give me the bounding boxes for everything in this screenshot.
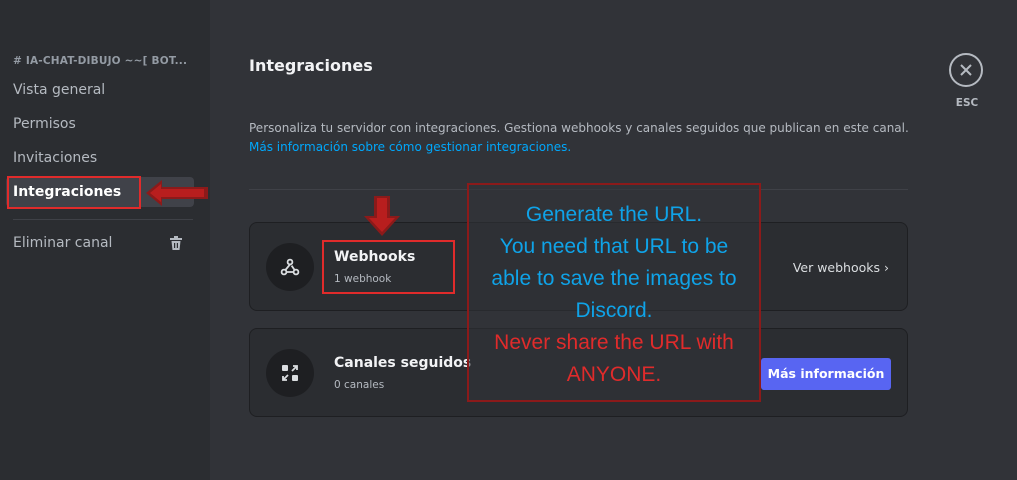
note-line-4: Discord. xyxy=(575,299,653,322)
integraciones-highlight-box xyxy=(7,176,141,209)
close-button[interactable] xyxy=(949,53,983,87)
note-line-2: You need that URL to be xyxy=(499,235,729,258)
view-webhooks-link[interactable]: Ver webhooks › xyxy=(793,260,889,275)
followed-channels-title: Canales seguidos xyxy=(334,355,472,371)
note-line-3: able to save the images to xyxy=(491,267,737,290)
delete-channel-label: Eliminar canal xyxy=(13,235,113,251)
close-icon xyxy=(960,64,972,76)
down-arrow-annotation-icon xyxy=(364,196,400,236)
followed-channels-icon xyxy=(282,365,298,381)
note-warning-2: ANYONE. xyxy=(566,363,662,386)
esc-label: ESC xyxy=(955,97,979,109)
note-warning-1: Never share the URL with xyxy=(494,331,734,354)
sidebar-item-invitaciones[interactable]: Invitaciones xyxy=(6,143,194,173)
more-info-button[interactable]: Más información xyxy=(761,358,891,390)
learn-more-link[interactable]: Más información sobre cómo gestionar int… xyxy=(249,140,571,154)
sidebar-item-eliminar-canal[interactable]: Eliminar canal xyxy=(6,228,194,258)
sidebar-item-vista-general[interactable]: Vista general xyxy=(6,75,194,105)
followed-icon-wrapper xyxy=(266,349,314,397)
webhook-icon xyxy=(280,258,300,276)
followed-channels-count: 0 canales xyxy=(334,379,385,391)
sidebar-item-permisos[interactable]: Permisos xyxy=(6,109,194,139)
trash-icon xyxy=(170,236,182,250)
settings-sidebar: # IA-CHAT-DIBUJO ~~[ BOT... Vista genera… xyxy=(0,0,210,480)
left-arrow-annotation-icon xyxy=(146,180,208,206)
channel-header: # IA-CHAT-DIBUJO ~~[ BOT... xyxy=(13,55,188,67)
webhooks-highlight-box xyxy=(322,240,455,294)
annotation-note: Generate the URL. You need that URL to b… xyxy=(467,183,761,402)
page-title: Integraciones xyxy=(249,56,373,75)
note-line-1: Generate the URL. xyxy=(525,203,703,226)
page-description: Personaliza tu servidor con integracione… xyxy=(249,121,909,135)
sidebar-divider xyxy=(13,219,193,220)
webhook-icon-wrapper xyxy=(266,243,314,291)
